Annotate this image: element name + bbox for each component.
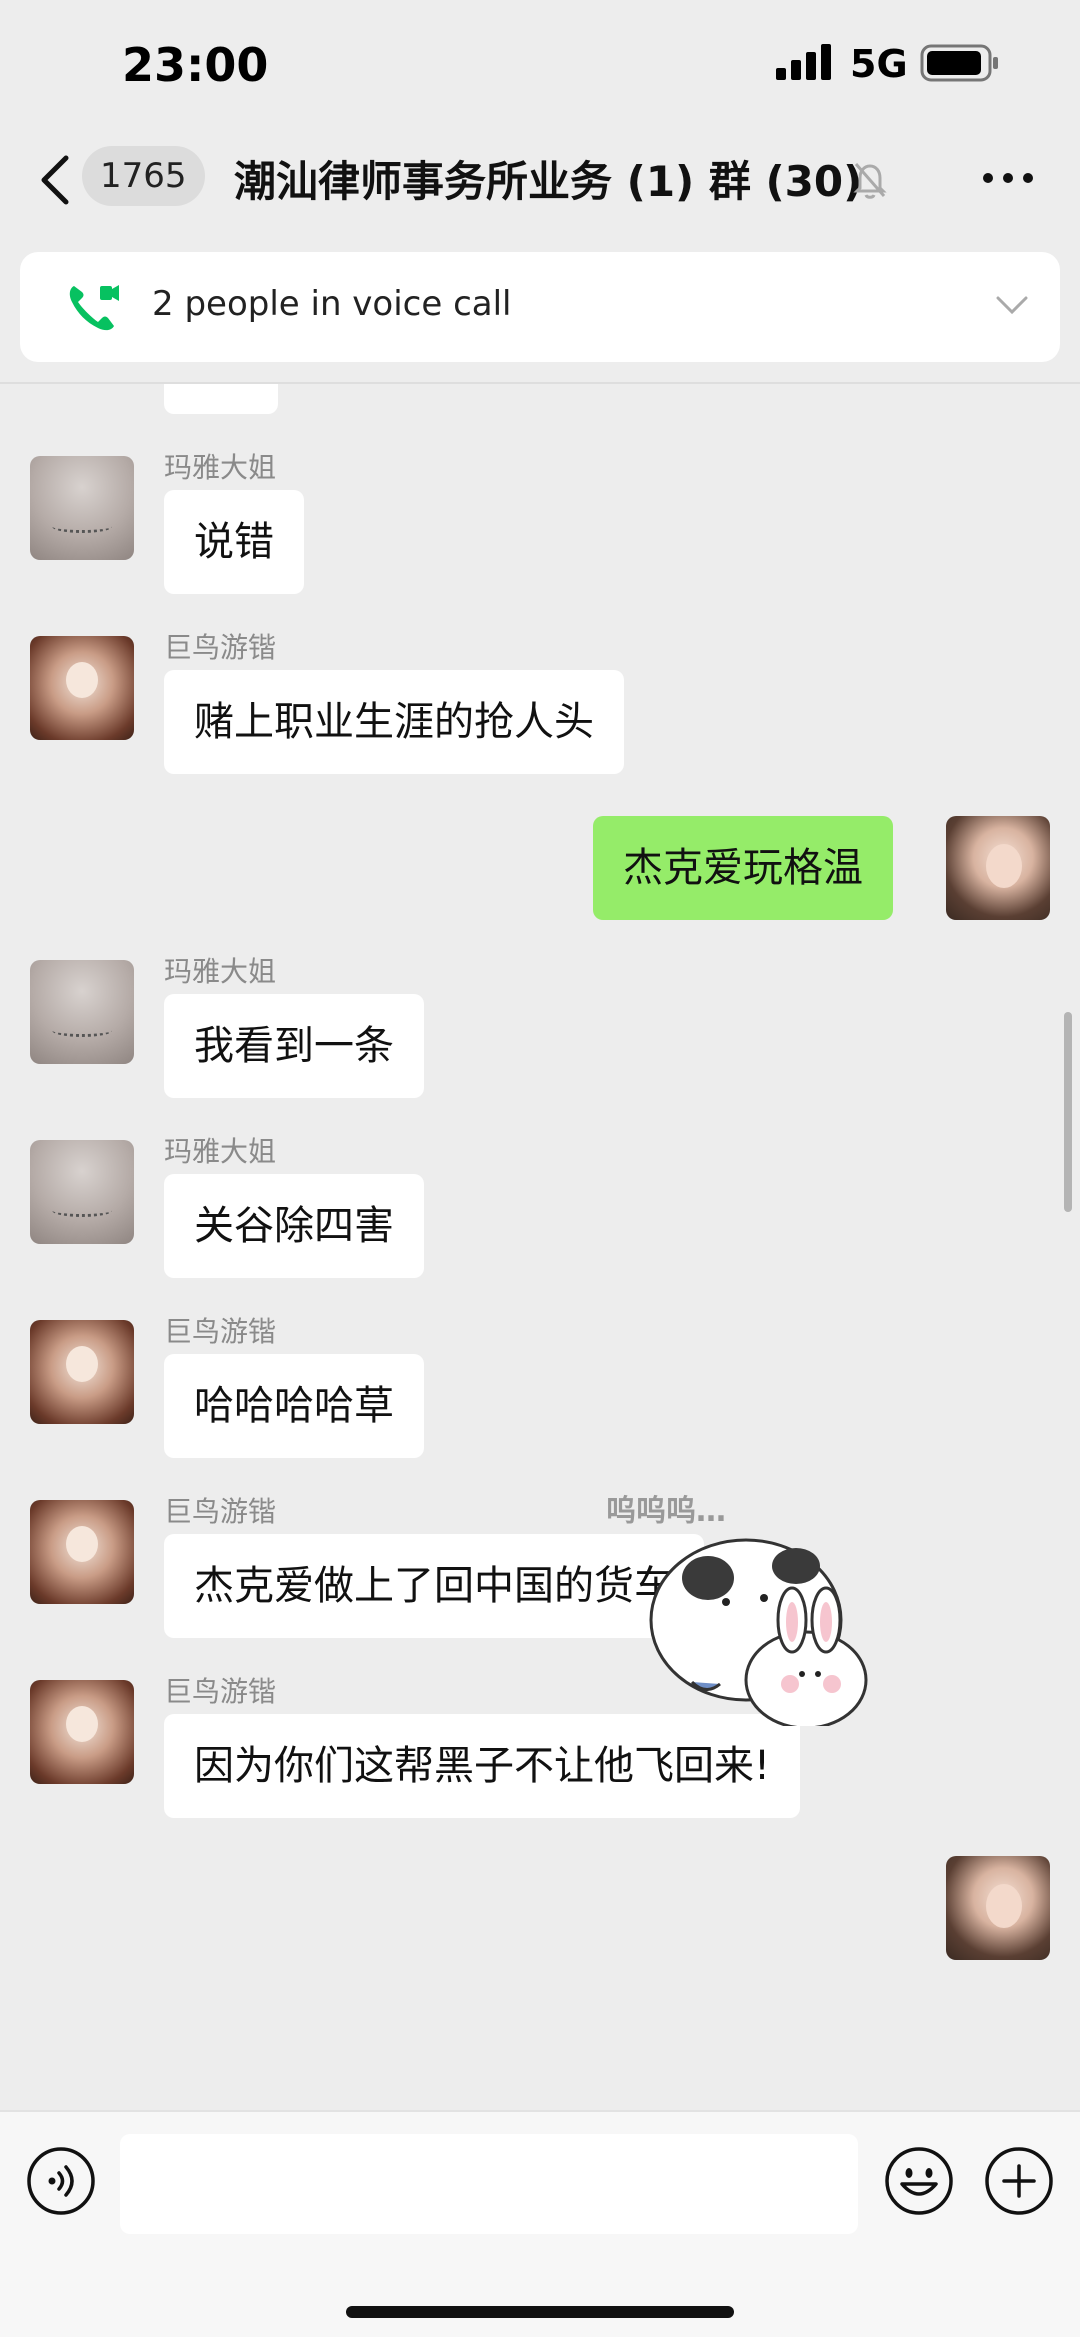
sender-name: 巨鸟游锴 (164, 631, 277, 664)
cat-rabbit-sticker-icon[interactable] (596, 1470, 896, 1726)
bell-slash-icon (853, 163, 887, 199)
chevron-left-icon[interactable] (36, 152, 76, 208)
avatar[interactable] (30, 1140, 134, 1244)
sender-name: 玛雅大姐 (164, 451, 277, 484)
battery-icon (920, 44, 998, 82)
sender-name: 玛雅大姐 (164, 1135, 277, 1168)
message-bubble[interactable]: 关谷除四害 (164, 1174, 424, 1278)
voice-call-banner[interactable]: 2 people in voice call (20, 252, 1060, 362)
message-bubble[interactable]: 因为你们这帮黑子不让他飞回来! (164, 1714, 801, 1818)
avatar[interactable] (30, 1500, 134, 1604)
unread-count-badge[interactable]: 1765 (82, 146, 205, 206)
message-bubble[interactable]: 哈哈哈哈草 (164, 1354, 424, 1458)
ellipsis-icon[interactable] (980, 166, 1036, 190)
emoji-icon[interactable] (884, 2146, 954, 2216)
sender-name: 巨鸟游锴 (164, 1675, 277, 1708)
my-avatar[interactable] (946, 1856, 1050, 1960)
sender-name: 玛雅大姐 (164, 955, 277, 988)
sender-name: 巨鸟游锴 (164, 1315, 277, 1348)
chat-header: 1765 潮汕律师事务所业务 (1) 群 (30) (0, 130, 1080, 240)
scrollbar[interactable] (1064, 1012, 1072, 1212)
message-bubble[interactable]: 我看到一条 (164, 994, 424, 1098)
chevron-down-icon[interactable] (994, 292, 1030, 318)
status-bar: 23:00 5G (0, 0, 1080, 130)
message-bubble[interactable]: 说错 (164, 490, 304, 594)
signal-bars-icon (776, 44, 831, 80)
avatar[interactable] (30, 1320, 134, 1424)
avatar[interactable] (30, 1680, 134, 1784)
voice-input-icon[interactable] (26, 2146, 96, 2216)
status-time: 23:00 (122, 38, 269, 92)
avatar[interactable] (30, 960, 134, 1064)
avatar[interactable] (30, 456, 134, 560)
message-list: 玛雅大姐 说错 巨鸟游锴 赌上职业生涯的抢人头 杰克爱玩格温 玛雅大姐 我看到一… (0, 384, 1080, 2110)
previous-message-bubble (164, 384, 278, 414)
home-indicator (346, 2306, 734, 2318)
network-label: 5G (850, 42, 908, 86)
chat-title: 潮汕律师事务所业务 (1) 群 (30) (234, 157, 863, 206)
phone-call-icon (69, 285, 119, 331)
message-input[interactable] (120, 2134, 858, 2234)
my-message-bubble[interactable]: 杰克爱玩格温 (593, 816, 893, 920)
avatar[interactable] (30, 636, 134, 740)
sender-name: 巨鸟游锴 (164, 1495, 277, 1528)
voice-call-text: 2 people in voice call (152, 284, 512, 324)
my-avatar[interactable] (946, 816, 1050, 920)
plus-icon[interactable] (984, 2146, 1054, 2216)
input-bar (0, 2110, 1080, 2337)
message-bubble[interactable]: 赌上职业生涯的抢人头 (164, 670, 624, 774)
